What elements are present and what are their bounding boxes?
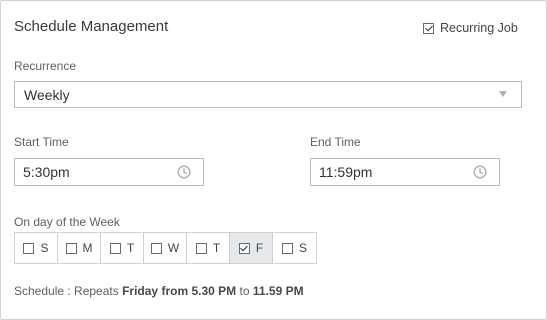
day-letter: S (40, 241, 49, 255)
day-monday[interactable]: M (58, 233, 101, 263)
schedule-to-word: to (239, 284, 250, 298)
day-wednesday[interactable]: W (144, 233, 187, 263)
start-time-input[interactable]: 5:30pm (14, 158, 204, 186)
day-checkbox[interactable] (65, 242, 77, 254)
day-checkbox[interactable] (195, 242, 207, 254)
day-of-week-selector: S M T W T F S (14, 232, 317, 264)
day-letter: T (212, 241, 221, 255)
schedule-management-panel: Schedule Management Recurring Job Recurr… (0, 0, 547, 320)
day-letter: F (255, 241, 264, 255)
schedule-day: Friday (122, 284, 159, 298)
day-letter: W (167, 241, 180, 255)
day-checkbox[interactable] (109, 242, 121, 254)
recurring-job-check-icon[interactable] (423, 22, 434, 34)
end-time-value: 11:59pm (319, 164, 373, 180)
day-thursday[interactable]: T (187, 233, 230, 263)
day-letter: T (126, 241, 135, 255)
start-time-value: 5:30pm (23, 164, 70, 180)
recurrence-select[interactable]: Weekly (14, 81, 522, 108)
chevron-down-icon[interactable] (499, 91, 507, 97)
schedule-prefix: Schedule : Repeats (14, 284, 119, 298)
clock-icon[interactable] (177, 165, 191, 179)
schedule-summary: Schedule : Repeats Friday from 5.30 PM t… (14, 284, 304, 298)
day-tuesday[interactable]: T (101, 233, 144, 263)
day-checkbox[interactable] (281, 242, 293, 254)
day-checkbox[interactable] (238, 242, 250, 254)
recurrence-label: Recurrence (14, 59, 77, 73)
clock-icon[interactable] (473, 165, 487, 179)
day-letter: M (82, 241, 93, 255)
day-sunday[interactable]: S (15, 233, 58, 263)
start-time-label: Start Time (14, 135, 69, 149)
end-time-label: End Time (310, 135, 361, 149)
recurrence-value: Weekly (24, 86, 70, 103)
day-friday[interactable]: F (230, 233, 273, 263)
panel-title: Schedule Management (14, 18, 169, 35)
schedule-end: 11.59 PM (252, 284, 304, 298)
end-time-input[interactable]: 11:59pm (310, 158, 500, 186)
day-checkbox[interactable] (150, 242, 162, 254)
recurring-job-checkbox[interactable]: Recurring Job (423, 21, 518, 35)
day-saturday[interactable]: S (273, 233, 316, 263)
recurring-job-label: Recurring Job (440, 21, 518, 35)
day-letter: S (298, 241, 307, 255)
day-checkbox[interactable] (23, 242, 35, 254)
day-of-week-label: On day of the Week (14, 215, 120, 229)
schedule-from-word: from (161, 284, 189, 298)
schedule-start: 5.30 PM (191, 284, 237, 298)
